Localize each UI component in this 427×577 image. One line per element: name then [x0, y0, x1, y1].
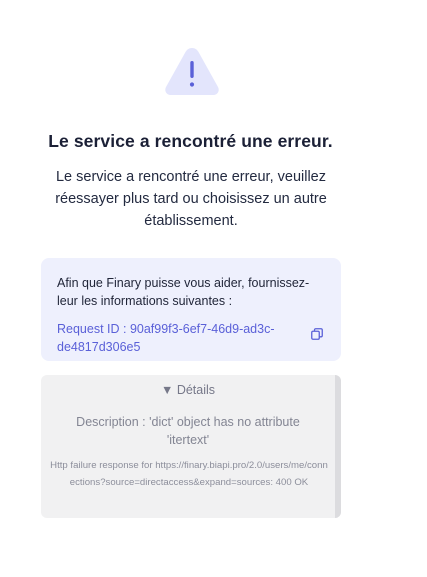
details-scrollbar[interactable] [335, 375, 341, 518]
support-info-text: Afin que Finary puisse vous aider, fourn… [57, 276, 310, 308]
request-id-row: Request ID : 90af99f3-6ef7-46d9-ad3c-de4… [57, 320, 325, 356]
details-panel: ▼ Détails Description : 'dict' object ha… [41, 375, 341, 518]
copy-icon[interactable] [311, 328, 323, 340]
error-description: Description : 'dict' object has no attri… [76, 415, 300, 447]
error-title: Le service a rencontré une erreur. [48, 131, 333, 151]
error-message: Le service a rencontré une erreur, veuil… [55, 169, 327, 229]
request-id[interactable]: Request ID : 90af99f3-6ef7-46d9-ad3c-de4… [57, 320, 307, 356]
details-toggle[interactable]: ▼ Détails [41, 383, 335, 397]
warning-triangle-icon [165, 48, 219, 95]
support-info-box: Afin que Finary puisse vous aider, fourn… [41, 258, 341, 361]
error-page: Le service a rencontré une erreur. Le se… [0, 0, 427, 577]
http-error-text: Http failure response for https://finary… [50, 460, 328, 488]
